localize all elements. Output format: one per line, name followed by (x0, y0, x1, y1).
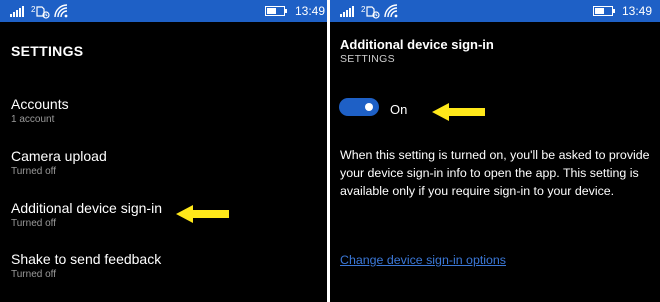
wifi-icon (54, 4, 68, 18)
status-bar: 2 13:49 (330, 0, 660, 22)
battery-icon (265, 6, 287, 16)
sign-in-toggle[interactable] (339, 98, 379, 116)
settings-item-accounts[interactable]: Accounts 1 account (11, 95, 311, 127)
arrow-icon (432, 103, 485, 121)
page-subtitle: SETTINGS (340, 53, 395, 65)
settings-screen: 2 13:49 SETTINGS Accounts 1 account Came… (0, 0, 327, 302)
change-sign-in-options-link[interactable]: Change device sign-in options (340, 252, 506, 268)
item-subtitle: Turned off (11, 269, 57, 280)
sim-icon: 2 (361, 5, 380, 19)
item-title: Accounts (11, 96, 69, 112)
sim-icon: 2 (31, 5, 50, 19)
page-title: Additional device sign-in (340, 37, 494, 52)
status-time: 13:49 (622, 4, 653, 18)
page-title: SETTINGS (11, 43, 84, 59)
svg-text:2: 2 (31, 5, 36, 14)
item-subtitle: Turned off (11, 166, 57, 177)
item-subtitle: Turned off (11, 218, 57, 229)
item-subtitle: 1 account (11, 114, 55, 125)
device-sign-in-screen: 2 13:49 Additional device sign-in SETTIN… (330, 0, 660, 302)
signal-icon (10, 6, 24, 17)
svg-text:2: 2 (361, 5, 366, 14)
settings-item-camera-upload[interactable]: Camera upload Turned off (11, 147, 311, 179)
signal-icon (340, 6, 354, 17)
status-bar: 2 13:49 (0, 0, 327, 22)
settings-item-shake-feedback[interactable]: Shake to send feedback Turned off (11, 250, 311, 282)
item-title: Camera upload (11, 148, 107, 164)
setting-description: When this setting is turned on, you'll b… (340, 148, 650, 198)
status-time: 13:49 (295, 4, 326, 18)
arrow-icon (176, 205, 229, 223)
toggle-label: On (390, 102, 408, 117)
battery-icon (593, 6, 615, 16)
toggle-knob (365, 103, 373, 111)
item-title: Shake to send feedback (11, 251, 162, 267)
settings-item-additional-device-sign-in[interactable]: Additional device sign-in Turned off (11, 199, 311, 231)
item-title: Additional device sign-in (11, 200, 162, 216)
wifi-icon (384, 4, 398, 18)
